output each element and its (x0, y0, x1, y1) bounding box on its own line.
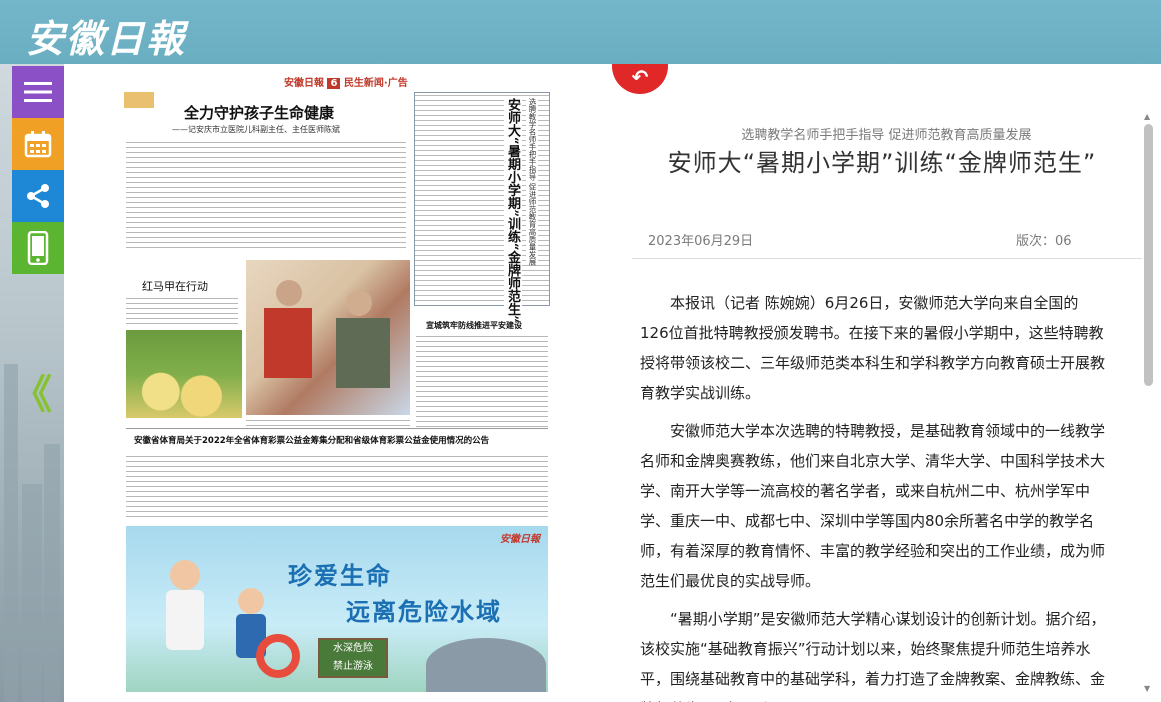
site-logo[interactable]: 安徽日報 (26, 8, 186, 63)
vertical-subhead: 选聘教学名师手把手指导 促进师范教育高质量发展 (526, 98, 538, 266)
notice-title[interactable]: 安徽省体育局关于2022年全省体育彩票公益金筹集分配和省级体育彩票公益金使用情况… (134, 434, 489, 446)
article-subtitle: 选聘教学名师手把手指导 促进师范教育高质量发展 (741, 128, 1032, 143)
child-figure (238, 588, 264, 614)
sign-text-1: 水深危险 (333, 643, 373, 654)
article-panel: 选聘教学名师手把手指导 促进师范教育高质量发展 安师大“暑期小学期”训练“金牌师… (612, 64, 1161, 702)
article-paragraph: 安徽师范大学本次选聘的特聘教授，是基础教育领域中的一线教学名师和金牌奥赛教练，他… (640, 422, 1106, 590)
mobile-button[interactable] (12, 222, 64, 274)
melon-photo[interactable] (126, 330, 242, 418)
newspaper-page[interactable]: 安徽日報 6 民生新闻·广告 全力守护孩子生命健康 ——记安庆市立医院儿科副主任… (64, 64, 612, 702)
article-paragraph: “暑期小学期”是安徽师范大学精心谋划设计的创新计划。据介绍，该校实施“基础教育振… (640, 610, 1106, 702)
article-paragraph: 本报讯（记者 陈婉婉）6月26日，安徽师范大学向来自全国的126位首批特聘教授颁… (640, 294, 1106, 402)
scroll-up-arrow[interactable]: ▲ (1144, 112, 1150, 121)
menu-button[interactable] (12, 66, 64, 118)
warning-sign: 水深危险 禁止游泳 (318, 638, 388, 678)
scroll-down-arrow[interactable]: ▼ (1144, 684, 1150, 693)
story-subhead: ——记安庆市立医院儿科副主任、主任医师陈斌 (172, 125, 340, 134)
calendar-button[interactable] (12, 118, 64, 170)
swim-ring (256, 634, 300, 678)
scrollbar-thumb[interactable] (1144, 124, 1153, 386)
vertical-headline[interactable]: 安师大“暑期小学期”训练“金牌师范生” (504, 98, 522, 323)
ad-line-1: 珍爱生命 (288, 561, 392, 590)
share-button[interactable] (12, 170, 64, 222)
top-header-bar: 安徽日報 (0, 0, 1161, 64)
child-figure (170, 560, 200, 590)
sign-text-2: 禁止游泳 (333, 661, 373, 672)
previous-page-button[interactable]: 《 (12, 362, 52, 420)
ad-brand: 安徽日報 (500, 534, 540, 545)
ad-line-2: 远离危险水域 (346, 597, 502, 626)
divider (126, 428, 548, 429)
rocks (426, 638, 546, 692)
notice-text[interactable] (126, 454, 548, 520)
calendar-icon (24, 131, 52, 158)
mobile-icon (27, 231, 49, 265)
story-text[interactable] (126, 140, 406, 252)
page-header: 安徽日報 6 民生新闻·广告 (284, 74, 408, 89)
caption-text (126, 296, 238, 324)
side-headline[interactable]: 宣城筑牢防线推进平安建设 (426, 320, 522, 331)
page-section: 民生新闻·广告 (343, 78, 408, 89)
photo-caption: 红马甲在行动 (142, 280, 208, 293)
page-number: 6 (327, 78, 341, 89)
story-headline[interactable]: 全力守护孩子生命健康 (184, 102, 334, 123)
article-edition: 版次：06 (1016, 234, 1072, 249)
article-body: 本报讯（记者 陈婉婉）6月26日，安徽师范大学向来自全国的126位首批特聘教授颁… (640, 288, 1106, 702)
column-badge (124, 92, 154, 108)
share-icon (27, 184, 49, 208)
public-service-ad[interactable]: 安徽日報 珍爱生命 远离危险水域 水深危险禁止游泳 (126, 526, 548, 692)
divider (632, 258, 1142, 259)
article-title: 安师大“暑期小学期”训练“金牌师范生” (667, 149, 1097, 177)
back-arrow-icon: ↶ (631, 65, 649, 89)
child-figure (166, 590, 204, 650)
story-text[interactable] (416, 334, 548, 430)
page-masthead: 安徽日報 (284, 78, 324, 89)
menu-icon (24, 82, 52, 102)
article-date: 2023年06月29日 (648, 234, 754, 249)
volunteer-photo[interactable] (246, 260, 410, 415)
